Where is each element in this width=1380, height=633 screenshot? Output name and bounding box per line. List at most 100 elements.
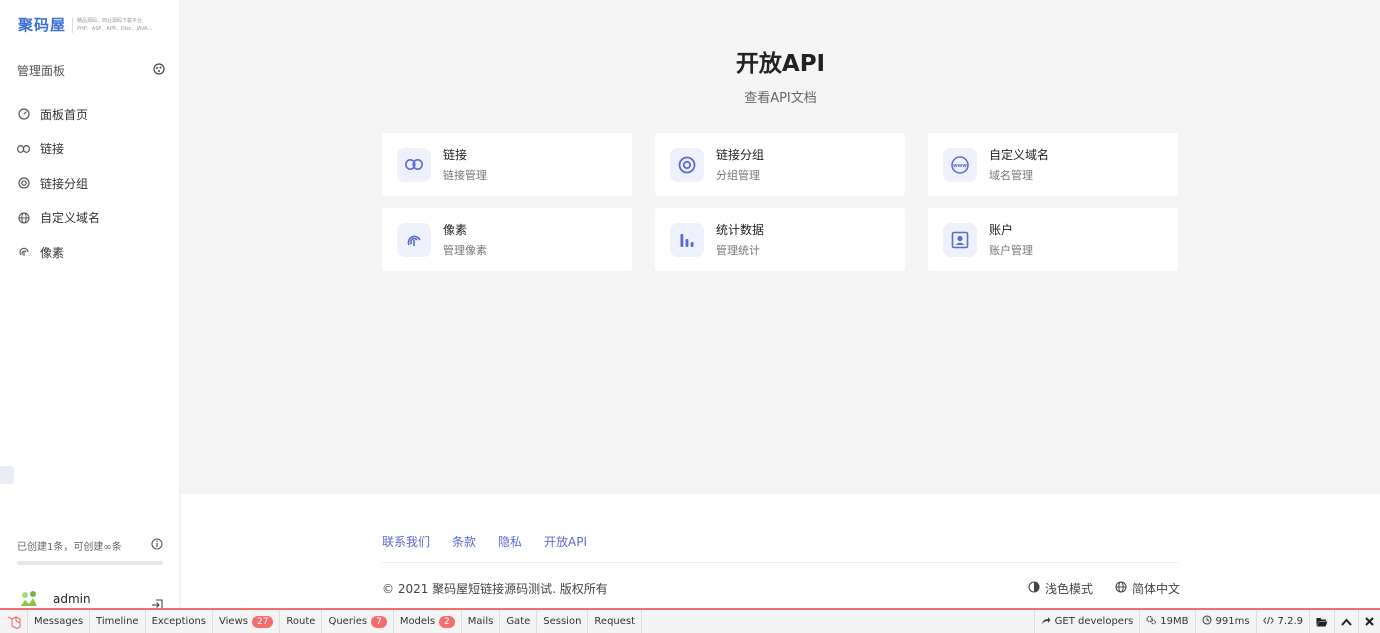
footer-link-api[interactable]: 开放API	[544, 533, 587, 550]
open-folder-icon[interactable]	[1309, 610, 1334, 633]
page-title: 开放API	[735, 51, 826, 77]
api-card-grid: 链接链接管理 链接分组 分组管理 www 自定义域名 域名管理 像素管理像素 统计数…	[382, 133, 1178, 271]
link-icon	[397, 147, 431, 182]
card-desc: 管理像素	[443, 244, 487, 257]
debug-memory-label: 19MB	[1160, 616, 1189, 627]
debug-tab-label: Exceptions	[151, 616, 207, 627]
debug-memory: 19MB	[1139, 610, 1194, 633]
card-desc: 链接管理	[443, 169, 487, 182]
debug-tab-queries[interactable]: Queries 7	[322, 610, 394, 633]
avatar[interactable]	[17, 586, 41, 610]
debug-tab-label: Gate	[506, 616, 531, 627]
language-label: 简体中文	[1132, 582, 1181, 596]
debug-tab-label: Models	[399, 616, 436, 627]
link-icon	[17, 142, 30, 155]
debug-tab-mails[interactable]: Mails	[462, 610, 501, 633]
usage-panel: 已创建1条，可创建∞条	[17, 538, 163, 565]
card-title: 链接	[443, 148, 468, 162]
card-account[interactable]: 账户 账户管理	[928, 208, 1178, 271]
footer-divider	[382, 562, 1178, 563]
palette-icon[interactable]	[153, 63, 165, 78]
usage-progress-bar	[17, 561, 163, 565]
language-selector[interactable]: 简体中文	[1115, 580, 1180, 597]
debug-tab-timeline[interactable]: Timeline	[90, 610, 146, 633]
main-content: 开放API 查看API文档 链接链接管理 链接分组 分组管理 www 自定义域名域…	[181, 0, 1380, 494]
card-desc: 域名管理	[989, 169, 1033, 182]
debug-tab-label: Views	[219, 616, 248, 627]
debug-php-version: 7.2.9	[1255, 610, 1309, 633]
sidebar-header: 管理面板	[17, 62, 165, 79]
debug-time-label: 991ms	[1215, 616, 1250, 627]
debug-tab-views[interactable]: Views 27	[213, 610, 281, 633]
debug-time: 991ms	[1194, 610, 1256, 633]
debug-tab-route[interactable]: Route	[280, 610, 323, 633]
debug-tab-request[interactable]: Request	[588, 610, 643, 633]
debug-badge: 7	[371, 615, 387, 628]
fingerprint-icon	[17, 246, 30, 259]
debug-php-label: 7.2.9	[1277, 616, 1303, 627]
debug-tab-label: Request	[594, 616, 636, 627]
footer-links: 联系我们 条款 隐私 开放API	[382, 533, 587, 550]
page-subtitle[interactable]: 查看API文档	[181, 87, 1380, 106]
gauge-icon	[17, 108, 30, 121]
www-icon: www	[943, 147, 977, 182]
card-pixels[interactable]: 像素 管理像素	[382, 208, 632, 271]
cogs-icon	[1146, 615, 1157, 628]
card-link-groups[interactable]: 链接分组 分组管理	[655, 133, 905, 196]
debug-tab-exceptions[interactable]: Exceptions	[146, 610, 214, 633]
usage-text: 已创建1条，可创建∞条	[17, 542, 122, 553]
info-icon[interactable]	[151, 538, 163, 553]
debug-badge: 2	[439, 615, 455, 628]
globe-icon	[17, 211, 30, 224]
debug-tab-gate[interactable]: Gate	[500, 610, 538, 633]
target-icon	[17, 177, 30, 190]
footer-link-terms[interactable]: 条款	[452, 533, 476, 550]
account-icon	[943, 222, 977, 257]
logo[interactable]: 聚码屋 精品源码、商业源码下载平台 PHP、ASP、APP、Disc、JAVA…	[18, 14, 152, 35]
sidebar-item-link-groups[interactable]: 链接分组	[17, 166, 100, 201]
debug-tab-label: Queries	[328, 616, 368, 627]
footer-link-contact[interactable]: 联系我们	[382, 533, 430, 550]
logo-tagline-line1: 精品源码、商业源码下载平台	[77, 17, 143, 24]
debug-tab-models[interactable]: Models 2	[394, 610, 462, 633]
theme-toggle[interactable]: 浅色模式	[1028, 580, 1093, 597]
card-custom-domains[interactable]: www 自定义域名 域名管理	[928, 133, 1178, 196]
sidebar-item-label: 面板首页	[40, 107, 89, 122]
card-title: 像素	[443, 223, 468, 237]
sidebar-item-pixels[interactable]: 像素	[17, 235, 100, 270]
sidebar-item-links[interactable]: 链接	[17, 132, 100, 167]
logo-tagline-line2: PHP、ASP、APP、Disc、JAVA…	[77, 25, 153, 32]
bar-chart-icon	[670, 222, 704, 257]
card-links[interactable]: 链接 链接管理	[382, 133, 632, 196]
debug-tab-messages[interactable]: Messages	[28, 610, 91, 633]
sidebar-header-label: 管理面板	[17, 64, 66, 78]
card-title: 链接分组	[716, 148, 765, 162]
laravel-logo-icon[interactable]	[0, 610, 28, 633]
footer-link-privacy[interactable]: 隐私	[498, 533, 522, 550]
card-title: 统计数据	[716, 223, 765, 237]
debug-badge: 27	[251, 615, 274, 628]
debug-tab-session[interactable]: Session	[537, 610, 589, 633]
clock-icon	[1201, 615, 1212, 628]
logo-tagline: 精品源码、商业源码下载平台 PHP、ASP、APP、Disc、JAVA…	[72, 16, 153, 33]
sidebar-item-label: 像素	[40, 245, 65, 260]
sidebar-item-custom-domains[interactable]: 自定义域名	[17, 201, 100, 236]
sidebar-item-label: 链接分组	[40, 176, 89, 191]
logo-text: 聚码屋	[18, 16, 67, 34]
chevron-up-icon[interactable]	[1334, 610, 1358, 633]
debug-request-label: GET developers	[1054, 616, 1134, 627]
close-icon[interactable]	[1358, 610, 1380, 633]
debug-bar: Messages Timeline Exceptions Views 27 Rou…	[0, 608, 1380, 633]
debug-request-info[interactable]: GET developers	[1033, 610, 1140, 633]
card-statistics[interactable]: 统计数据 管理统计	[655, 208, 905, 271]
collapse-handle[interactable]	[0, 466, 14, 484]
sidebar-item-dashboard[interactable]: 面板首页	[17, 97, 100, 132]
debug-tab-label: Route	[286, 616, 316, 627]
user-panel: admin	[17, 586, 163, 611]
footer-settings: 浅色模式 简体中文	[1028, 580, 1180, 597]
debug-tab-label: Timeline	[96, 616, 139, 627]
debug-tab-label: Messages	[34, 616, 84, 627]
sidebar-nav: 面板首页 链接 链接分组 自定义域名 像素	[17, 97, 100, 270]
share-arrow-icon	[1041, 616, 1051, 628]
footer-copyright: © 2021 聚码屋短链接源码测试. 版权所有	[382, 582, 608, 596]
